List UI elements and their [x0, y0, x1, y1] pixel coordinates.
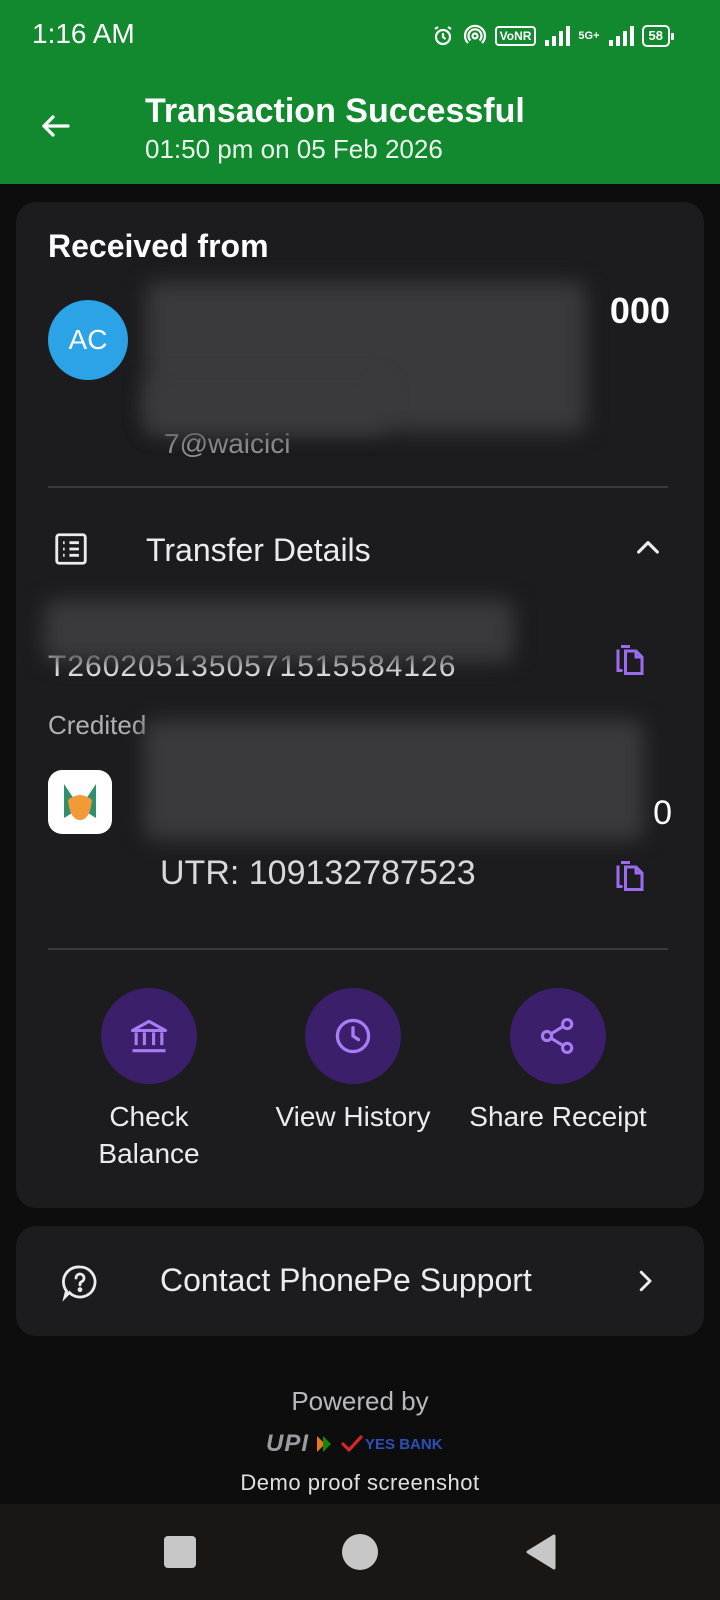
- view-history-button[interactable]: View History: [253, 988, 453, 1135]
- action-circle: [510, 988, 606, 1084]
- bank-logo-mark: [64, 784, 96, 820]
- demo-note: Demo proof screenshot: [240, 1470, 480, 1495]
- bank-logo: [48, 770, 112, 834]
- yes-bank-text: YES BANK: [365, 1435, 443, 1453]
- transfer-details-toggle[interactable]: Transfer Details: [48, 520, 668, 580]
- network-type: 5G+: [578, 29, 600, 42]
- credited-amount: 0: [653, 794, 672, 832]
- quick-actions: Check Balance View History Share Receipt: [16, 988, 704, 1188]
- battery-icon: 58: [641, 25, 675, 47]
- copy-icon[interactable]: [612, 642, 648, 678]
- receipt-list-icon: [55, 533, 87, 565]
- contact-support-label: Contact PhonePe Support: [160, 1262, 532, 1298]
- copy-icon[interactable]: [612, 858, 648, 894]
- bank-icon: [130, 1019, 168, 1053]
- help-chat-icon: [62, 1265, 97, 1302]
- received-from-title: Received from: [48, 228, 269, 264]
- page-title: Transaction Successful: [145, 92, 525, 130]
- status-bar: 1:16 AM VoNR 5G+ 58: [0, 0, 720, 70]
- upi-arrow-logo: [317, 1436, 332, 1452]
- system-nav-bar: [0, 1504, 720, 1600]
- home-button[interactable]: [342, 1534, 378, 1570]
- signal-icon: [545, 26, 571, 46]
- check-balance-button[interactable]: Check Balance: [49, 988, 249, 1172]
- view-history-label: View History: [275, 1101, 431, 1132]
- recent-apps-button[interactable]: [164, 1536, 196, 1568]
- signal-icon-2: [608, 26, 634, 46]
- sender-upi-redacted: [146, 380, 386, 432]
- received-amount: 000: [609, 290, 670, 331]
- check-balance-label: Check Balance: [98, 1101, 200, 1169]
- upi-logo: UPI: [266, 1430, 310, 1457]
- transaction-id-redacted: [44, 600, 514, 662]
- share-icon: [540, 1017, 574, 1055]
- status-icons: VoNR 5G+ 58: [431, 22, 675, 50]
- status-time: 1:16 AM: [32, 18, 135, 49]
- action-circle: [305, 988, 401, 1084]
- sender-upi-id: 7@waicici: [164, 428, 291, 459]
- transaction-card: Received from AC 7@waicici 000 Transfer …: [16, 202, 704, 1208]
- alarm-icon: [434, 26, 452, 46]
- back-button[interactable]: [36, 106, 76, 146]
- transfer-details-label: Transfer Details: [146, 532, 371, 568]
- divider: [48, 486, 668, 488]
- nav-back-button[interactable]: [524, 1534, 558, 1570]
- chevron-up-icon: [637, 541, 659, 554]
- transaction-timestamp: 01:50 pm on 05 Feb 2026: [145, 134, 443, 164]
- checkmark-icon: [341, 1435, 363, 1452]
- chevron-right-icon: [639, 1270, 652, 1292]
- vonr-badge: VoNR: [494, 26, 537, 46]
- hotspot-icon: [463, 24, 486, 44]
- share-receipt-button[interactable]: Share Receipt: [458, 988, 658, 1135]
- partner-logos: UPI YES BANK: [266, 1428, 462, 1460]
- bank-account-redacted: [144, 720, 644, 840]
- app-header: Transaction Successful 01:50 pm on 05 Fe…: [0, 70, 720, 184]
- credited-to-label: Credited: [48, 710, 147, 740]
- divider: [48, 948, 668, 950]
- avatar-initials: AC: [68, 324, 108, 355]
- action-circle: [101, 988, 197, 1084]
- utr-number: UTR: 109132787523: [160, 854, 476, 892]
- arrow-left-icon: [42, 115, 70, 137]
- clock-icon: [335, 1018, 371, 1054]
- share-receipt-label: Share Receipt: [469, 1101, 647, 1132]
- yes-bank-logo: YES BANK: [341, 1435, 443, 1453]
- powered-by-text: Powered by: [291, 1386, 429, 1416]
- contact-support-button[interactable]: Contact PhonePe Support: [16, 1226, 704, 1336]
- sender-avatar: AC: [48, 300, 128, 380]
